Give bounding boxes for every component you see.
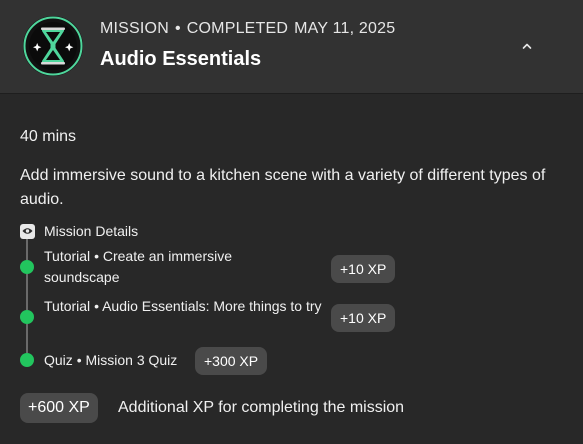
completed-dot-icon xyxy=(20,310,34,324)
mission-label: MISSION xyxy=(100,20,169,37)
xp-badge: +300 XP xyxy=(195,347,268,375)
eye-icon xyxy=(20,223,35,239)
bonus-xp-badge: +600 XP xyxy=(20,393,98,423)
mission-details-toggle[interactable]: Mission Details xyxy=(20,223,138,239)
completion-date: MAY 11, 2025 xyxy=(294,20,396,37)
list-item[interactable]: Tutorial • Audio Essentials: More things… xyxy=(44,296,329,317)
item-separator: • xyxy=(76,352,82,368)
item-separator: • xyxy=(94,298,99,314)
mission-title: Audio Essentials xyxy=(100,48,262,70)
completed-dot-icon xyxy=(20,260,34,274)
bonus-xp-description: Additional XP for completing the mission xyxy=(118,399,405,416)
xp-badge: +10 XP xyxy=(331,255,396,283)
mission-header: MISSION • COMPLETED MAY 11, 2025 Audio Esse… xyxy=(0,0,583,94)
completed-dot-icon xyxy=(20,353,34,367)
status-badge: COMPLETED xyxy=(186,20,289,37)
item-type: Quiz xyxy=(44,352,73,368)
item-type: Tutorial xyxy=(44,248,91,264)
timeline-connector xyxy=(26,238,28,260)
list-item[interactable]: Quiz • Mission 3 Quiz xyxy=(44,350,177,371)
mission-details-label: Mission Details xyxy=(44,223,139,239)
timeline-connector xyxy=(26,274,28,310)
list-item[interactable]: Tutorial • Create an immersive soundscap… xyxy=(44,246,294,288)
mission-description: Add immersive sound to a kitchen scene w… xyxy=(20,167,546,208)
mission-duration: 40 mins xyxy=(20,128,77,145)
item-name: Audio Essentials: More things to try xyxy=(102,298,322,314)
mission-meta: MISSION • COMPLETED MAY 11, 2025 xyxy=(100,20,395,38)
timeline-connector xyxy=(26,324,28,353)
item-name: Mission 3 Quiz xyxy=(85,352,178,368)
chevron-up-icon xyxy=(522,43,532,49)
hourglass-badge-icon xyxy=(23,16,83,76)
meta-separator: • xyxy=(174,20,181,37)
item-separator: • xyxy=(94,248,99,264)
xp-badge: +10 XP xyxy=(331,304,396,332)
collapse-button[interactable] xyxy=(516,35,538,57)
item-type: Tutorial xyxy=(44,298,91,314)
